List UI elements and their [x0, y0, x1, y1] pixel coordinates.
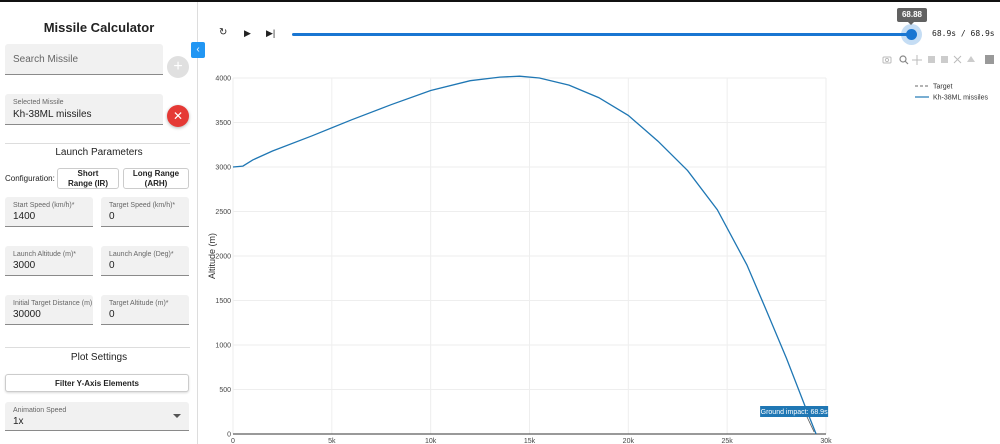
launch-altitude-label: Launch Altitude (m)*: [13, 251, 77, 258]
start-speed-value: 1400: [13, 211, 36, 222]
replay-icon[interactable]: ↻: [219, 27, 227, 38]
target-distance-value: 30000: [13, 309, 41, 320]
x-tick-label: 5k: [328, 438, 336, 444]
animation-speed-value: 1x: [13, 416, 24, 427]
plotly-logo-icon[interactable]: [985, 55, 994, 64]
y-tick-label: 2000: [215, 254, 231, 261]
y-tick-label: 2500: [215, 209, 231, 216]
target-altitude-value: 0: [109, 309, 115, 320]
play-icon[interactable]: ▶: [244, 28, 251, 39]
y-axis-label: Altitude (m): [207, 233, 217, 279]
app-title: Missile Calculator: [43, 20, 155, 35]
x-tick-label: 15k: [524, 438, 536, 444]
ground-impact-annotation: Ground impact: 68.9s: [760, 406, 829, 433]
x-tick-label: 30k: [820, 438, 832, 444]
start-speed-label: Start Speed (km/h)*: [13, 202, 75, 209]
zoom-icon[interactable]: [899, 55, 909, 65]
x-tick-label: 20k: [623, 438, 635, 444]
divider: [5, 143, 190, 144]
autoscale-icon[interactable]: [953, 55, 962, 64]
y-tick-label: 1500: [215, 298, 231, 305]
short-range-line1: Short: [77, 169, 99, 178]
long-range-line1: Long Range: [132, 169, 180, 178]
start-speed-field[interactable]: Start Speed (km/h)* 1400: [5, 197, 93, 227]
zoom-in-icon[interactable]: [928, 56, 935, 63]
launch-altitude-field[interactable]: Launch Altitude (m)* 3000: [5, 246, 93, 276]
animation-player: ↻ ▶ ▶| 68.88 68.9s / 68.9s: [215, 8, 995, 45]
target-speed-field[interactable]: Target Speed (km/h)* 0: [101, 197, 189, 227]
annotation-text: Ground impact: 68.9s: [761, 409, 828, 416]
filter-y-axis-button[interactable]: Filter Y-Axis Elements: [5, 374, 189, 392]
plot-settings-title: Plot Settings: [70, 352, 128, 363]
selected-missile-field[interactable]: Selected Missile Kh-38ML missiles: [5, 94, 163, 125]
chart-toolbar: [882, 55, 994, 65]
plus-icon: +: [173, 58, 183, 75]
legend-label: Kh-38ML missiles: [933, 95, 988, 102]
y-tick-label: 0: [227, 432, 231, 439]
long-range-button[interactable]: Long Range (ARH): [123, 168, 189, 189]
zoom-out-icon[interactable]: [941, 56, 948, 63]
animation-speed-select[interactable]: Animation Speed 1x: [5, 402, 189, 431]
long-range-line2: (ARH): [144, 179, 168, 188]
altitude-chart: 0 5k 10k 15k 20k 25k 30k 0 500 1000 1500 2000 2500 30…: [207, 55, 994, 444]
target-altitude-field[interactable]: Target Altitude (m)* 0: [101, 295, 189, 325]
short-range-line2: Range (IR): [68, 179, 108, 188]
y-tick-label: 3500: [215, 120, 231, 127]
chart-series: [232, 75, 817, 435]
launch-angle-value: 0: [109, 260, 115, 271]
x-tick-label: 10k: [425, 438, 437, 444]
tooltip-tail: [908, 22, 914, 25]
series-line: [232, 75, 817, 435]
launch-angle-field[interactable]: Launch Angle (Deg)* 0: [101, 246, 189, 276]
slider-value-tooltip: 68.88: [897, 8, 927, 22]
timeline-slider-thumb[interactable]: [906, 29, 917, 40]
short-range-button[interactable]: Short Range (IR): [57, 168, 119, 189]
x-tick-label: 0: [231, 438, 235, 444]
target-speed-label: Target Speed (km/h)*: [109, 202, 176, 209]
remove-missile-button[interactable]: ✕: [167, 105, 189, 127]
close-icon: ✕: [172, 109, 184, 123]
search-input[interactable]: Search Missile: [5, 44, 163, 75]
y-tick-label: 4000: [215, 76, 231, 83]
time-readout: 68.9s / 68.9s: [932, 29, 995, 38]
reset-axes-icon[interactable]: [967, 56, 975, 62]
chart-ticks: 0 5k 10k 15k 20k 25k 30k 0 500 1000 1500 2000 2500 30…: [215, 76, 832, 444]
target-distance-field[interactable]: Initial Target Distance (m) 30000: [5, 295, 93, 325]
selected-missile-value: Kh-38ML missiles: [13, 109, 92, 120]
y-tick-label: 1000: [215, 343, 231, 350]
configuration-label: Configuration:: [5, 174, 55, 183]
skip-end-icon[interactable]: ▶|: [266, 28, 275, 39]
target-distance-label: Initial Target Distance (m): [13, 300, 93, 307]
launch-angle-label: Launch Angle (Deg)*: [109, 251, 174, 258]
pan-icon[interactable]: [912, 55, 922, 65]
search-placeholder: Search Missile: [13, 54, 79, 65]
chart-legend: Target Kh-38ML missiles: [915, 84, 988, 102]
launch-altitude-value: 3000: [13, 260, 36, 271]
y-tick-label: 500: [219, 387, 231, 394]
animation-speed-label: Animation Speed: [13, 407, 67, 414]
chevron-down-icon: [173, 414, 181, 418]
sidebar: Missile Calculator Search Missile + Sele…: [0, 2, 198, 444]
timeline-slider-track[interactable]: [292, 33, 912, 36]
legend-label: Target: [933, 84, 953, 91]
camera-icon[interactable]: [882, 56, 892, 64]
target-speed-value: 0: [109, 211, 115, 222]
y-tick-label: 3000: [215, 165, 231, 172]
add-missile-button[interactable]: +: [167, 56, 189, 78]
target-altitude-label: Target Altitude (m)*: [109, 300, 169, 307]
x-tick-label: 25k: [722, 438, 734, 444]
divider: [5, 347, 190, 348]
launch-parameters-title: Launch Parameters: [55, 147, 143, 158]
selected-missile-label: Selected Missile: [13, 99, 64, 106]
